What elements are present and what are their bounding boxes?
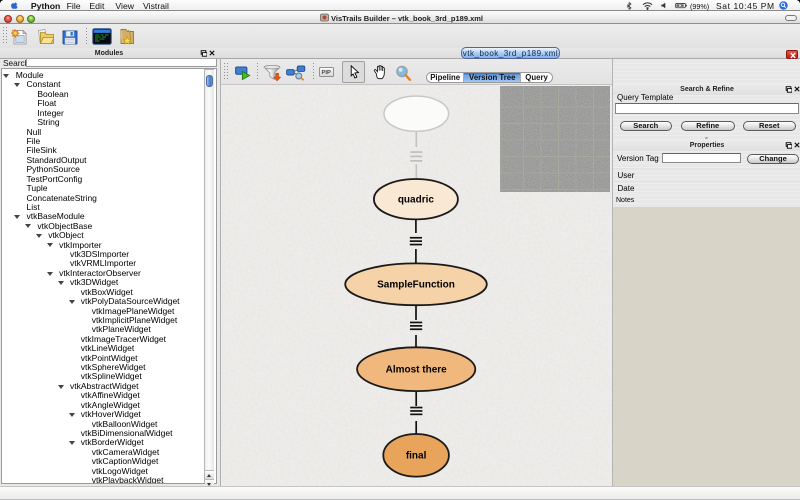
svg-text:PIP: PIP (322, 70, 331, 76)
svg-text:quadric: quadric (398, 194, 435, 205)
svg-text:Almost there: Almost there (386, 364, 448, 375)
svg-text:final: final (406, 451, 427, 462)
svg-text:SampleFunction: SampleFunction (377, 280, 455, 291)
